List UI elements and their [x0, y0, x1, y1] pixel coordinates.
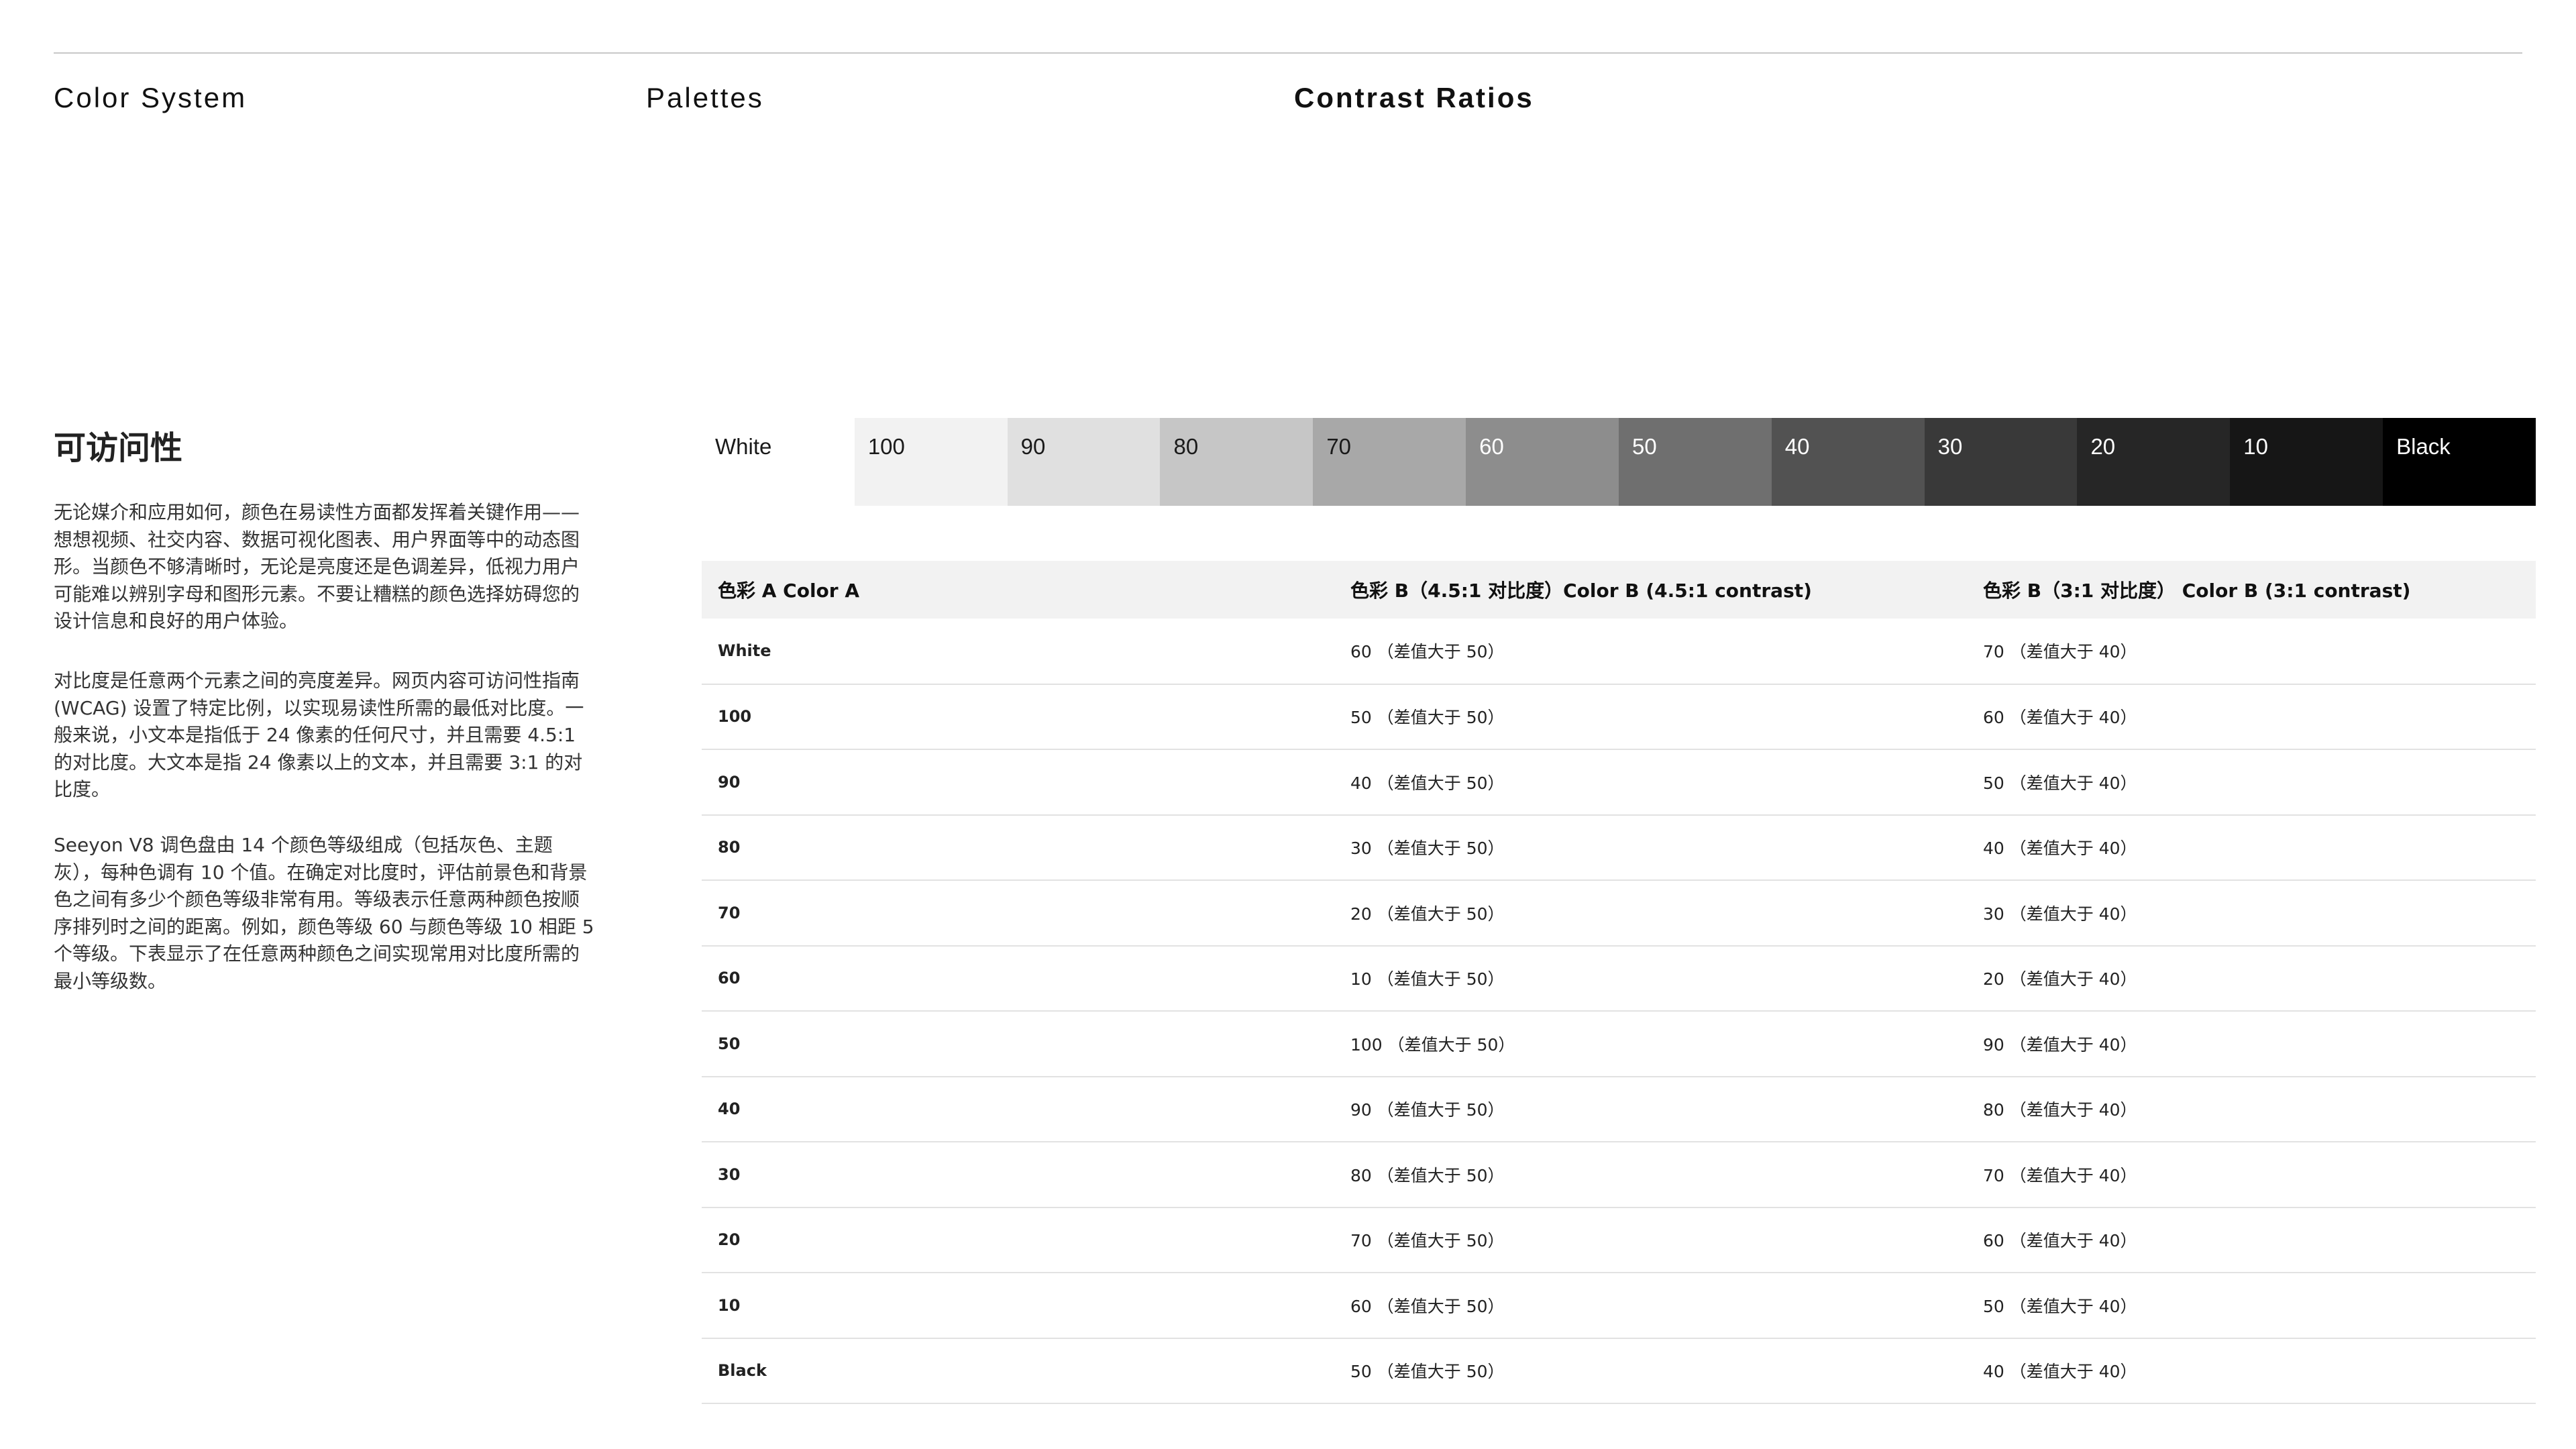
- contrast-paragraph: 对比度是任意两个元素之间的亮度差异。网页内容可访问性指南 (WCAG) 设置了特…: [54, 669, 584, 800]
- cell-color-b-4-5: 30 （差值大于 50）: [1350, 839, 1505, 859]
- cell-color-a: 20: [718, 1230, 741, 1250]
- cell-color-a: 40: [718, 1099, 741, 1119]
- cell-color-b-3-1: 50 （差值大于 40）: [1983, 1296, 2137, 1316]
- cell-color-a: 10: [718, 1295, 741, 1315]
- cell-color-a: 70: [718, 903, 741, 922]
- cell-color-a: 60: [718, 969, 741, 988]
- cell-color-b-3-1: 90 （差值大于 40）: [1983, 1034, 2137, 1055]
- palette-swatch: 10: [2230, 418, 2383, 506]
- table-row: 50 100 （差值大于 50） 90 （差值大于 40）: [702, 1011, 2536, 1077]
- palette-levels-paragraph: Seeyon V8 调色盘由 14 个颜色等级组成（包括灰色、主题灰），每种色调…: [54, 834, 594, 992]
- swatch-label: 40: [1784, 434, 1810, 459]
- table-body: White 60 （差值大于 50） 70 （差值大于 40） 100 50 （差值大于…: [702, 619, 2536, 1403]
- swatch-label: 20: [2090, 434, 2116, 459]
- swatch-label: 50: [1631, 434, 1657, 459]
- top-divider: [54, 52, 2522, 54]
- table-row: 90 40 （差值大于 50） 50 （差值大于 40）: [702, 749, 2536, 815]
- palette-swatch: 90: [1007, 418, 1161, 506]
- palette-swatch: 100: [854, 418, 1008, 506]
- table-row: 70 20 （差值大于 50） 30 （差值大于 40）: [702, 880, 2536, 946]
- cell-color-a: 80: [718, 838, 741, 857]
- palette-swatch: 30: [1924, 418, 2078, 506]
- table-row: 40 90 （差值大于 50） 80 （差值大于 40）: [702, 1077, 2536, 1142]
- cell-color-b-4-5: 20 （差值大于 50）: [1350, 904, 1505, 924]
- cell-color-a: 90: [718, 772, 741, 792]
- swatch-label: 10: [2243, 434, 2268, 459]
- cell-color-b-3-1: 30 （差值大于 40）: [1983, 904, 2137, 924]
- cell-color-b-4-5: 50 （差值大于 50）: [1350, 708, 1505, 728]
- cell-color-b-4-5: 70 （差值大于 50）: [1350, 1231, 1505, 1251]
- swatch-label: 30: [1937, 434, 1963, 459]
- header-color-b-3-1: 色彩 B（3:1 对比度） Color B (3:1 contrast): [1983, 580, 2411, 602]
- palette-strip: White 100 90 80 70 60 50 40 30 20 10 Black: [702, 418, 2536, 506]
- cell-color-b-3-1: 40 （差值大于 40）: [1983, 1362, 2137, 1382]
- header-color-a: 色彩 A Color A: [718, 580, 860, 602]
- cell-color-b-4-5: 10 （差值大于 50）: [1350, 969, 1505, 989]
- table-row: 10 60 （差值大于 50） 50 （差值大于 40）: [702, 1273, 2536, 1338]
- table-row: 20 70 （差值大于 50） 60 （差值大于 40）: [702, 1208, 2536, 1273]
- cell-color-b-3-1: 70 （差值大于 40）: [1983, 642, 2137, 662]
- cell-color-b-3-1: 60 （差值大于 40）: [1983, 1231, 2137, 1251]
- cell-color-b-3-1: 40 （差值大于 40）: [1983, 839, 2137, 859]
- palette-swatch: White: [702, 418, 855, 506]
- swatch-label: 90: [1020, 434, 1046, 459]
- table-row: 100 50 （差值大于 50） 60 （差值大于 40）: [702, 684, 2536, 749]
- cell-color-b-3-1: 50 （差值大于 40）: [1983, 773, 2137, 793]
- palette-swatch: Black: [2383, 418, 2536, 506]
- cell-color-b-4-5: 90 （差值大于 50）: [1350, 1100, 1505, 1120]
- cell-color-a: 30: [718, 1165, 741, 1184]
- cell-color-b-4-5: 40 （差值大于 50）: [1350, 773, 1505, 793]
- swatch-label: 70: [1326, 434, 1352, 459]
- header-palettes: Palettes: [646, 82, 764, 113]
- table-row: 60 10 （差值大于 50） 20 （差值大于 40）: [702, 946, 2536, 1011]
- section-title: 可访问性: [54, 431, 183, 466]
- swatch-label: 80: [1173, 434, 1199, 459]
- palette-swatch: 70: [1313, 418, 1466, 506]
- palette-swatch: 40: [1771, 418, 1925, 506]
- palette-swatch: 50: [1618, 418, 1772, 506]
- cell-color-b-4-5: 100 （差值大于 50）: [1350, 1034, 1515, 1055]
- table-row: White 60 （差值大于 50） 70 （差值大于 40）: [702, 619, 2536, 684]
- cell-color-b-3-1: 60 （差值大于 40）: [1983, 708, 2137, 728]
- swatch-label: 100: [867, 434, 905, 459]
- table-row: Black 50 （差值大于 50） 40 （差值大于 40）: [702, 1338, 2536, 1403]
- cell-color-b-4-5: 50 （差值大于 50）: [1350, 1362, 1505, 1382]
- swatch-label: Black: [2396, 434, 2451, 459]
- cell-color-b-4-5: 60 （差值大于 50）: [1350, 1296, 1505, 1316]
- header-color-system: Color System: [54, 82, 248, 113]
- palette-swatch: 80: [1160, 418, 1313, 506]
- cell-color-b-3-1: 80 （差值大于 40）: [1983, 1100, 2137, 1120]
- header-color-b-4-5: 色彩 B（4.5:1 对比度）Color B (4.5:1 contrast): [1350, 580, 1812, 602]
- cell-color-b-3-1: 20 （差值大于 40）: [1983, 969, 2137, 989]
- cell-color-a: 100: [718, 707, 752, 727]
- palette-swatch: 20: [2077, 418, 2231, 506]
- cell-color-a: White: [718, 641, 771, 661]
- cell-color-b-4-5: 60 （差值大于 50）: [1350, 642, 1505, 662]
- cell-color-b-3-1: 70 （差值大于 40）: [1983, 1165, 2137, 1185]
- table-row: 80 30 （差值大于 50） 40 （差值大于 40）: [702, 815, 2536, 880]
- cell-color-a: Black: [718, 1361, 767, 1381]
- cell-color-b-4-5: 80 （差值大于 50）: [1350, 1165, 1505, 1185]
- swatch-label: White: [715, 434, 772, 459]
- palette-swatch: 60: [1466, 418, 1619, 506]
- header-contrast-ratios: Contrast Ratios: [1294, 82, 1534, 113]
- contrast-table: 色彩 A Color A 色彩 B（4.5:1 对比度）Color B (4.5…: [702, 561, 2536, 1404]
- intro-paragraph: 无论媒介和应用如何，颜色在易读性方面都发挥着关键作用——想想视频、社交内容、数据…: [54, 501, 580, 632]
- cell-color-a: 50: [718, 1034, 741, 1053]
- swatch-label: 60: [1479, 434, 1504, 459]
- table-row: 30 80 （差值大于 50） 70 （差值大于 40）: [702, 1142, 2536, 1208]
- table-header-row: 色彩 A Color A 色彩 B（4.5:1 对比度）Color B (4.5…: [702, 561, 2536, 619]
